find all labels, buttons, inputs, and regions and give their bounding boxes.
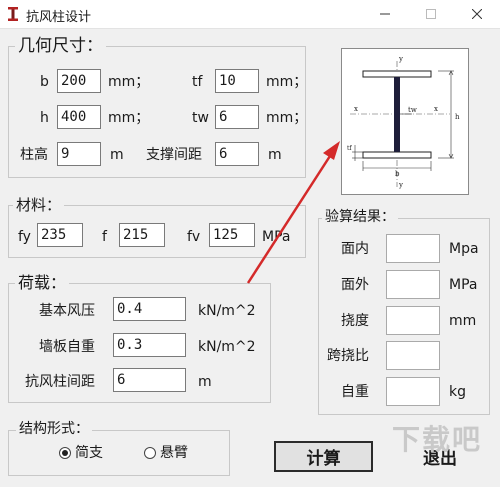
deflection-output[interactable] [386, 306, 440, 335]
cantilever-radio[interactable] [144, 447, 156, 459]
fy-label: fy [18, 229, 31, 245]
app-icon [8, 7, 18, 21]
diagram-h-label: h [455, 113, 460, 121]
tf-label: tf [192, 74, 203, 90]
out-plane-unit: MPa [449, 277, 478, 293]
span-deflection-ratio-label: 跨挠比 [327, 348, 369, 364]
column-height-unit: m [110, 147, 124, 163]
diagram-tw-label: tw [408, 106, 417, 114]
in-plane-unit: Mpa [449, 241, 479, 257]
calculate-button-label: 计算 [306, 449, 341, 469]
diagram-x-left: x [354, 105, 358, 113]
support-spacing-input[interactable]: 6 [215, 142, 259, 166]
deflection-unit: mm [449, 313, 477, 329]
self-weight-label: 自重 [341, 384, 369, 400]
support-spacing-unit: m [268, 147, 282, 163]
geometry-legend: 几何尺寸： [15, 37, 106, 56]
tw-input[interactable]: 6 [215, 105, 259, 129]
wind-pressure-label: 基本风压 [39, 303, 95, 319]
minimize-button[interactable] [362, 0, 408, 28]
support-spacing-label: 支撑间距 [146, 147, 202, 163]
h-unit: mm； [108, 110, 150, 126]
wall-weight-input[interactable]: 0.3 [113, 333, 186, 357]
fv-unit: MPa [262, 229, 291, 245]
title-bar: 抗风柱设计 [0, 0, 500, 29]
b-label: b [40, 74, 49, 90]
tf-input[interactable]: 10 [215, 69, 259, 93]
column-spacing-unit: m [198, 374, 212, 390]
deflection-label: 挠度 [341, 313, 369, 329]
out-plane-output[interactable] [386, 270, 440, 299]
in-plane-output[interactable] [386, 234, 440, 263]
diagram-tf-label: tf [347, 145, 352, 152]
column-height-input[interactable]: 9 [57, 142, 101, 166]
watermark-logo: 下载吧 [392, 423, 483, 456]
wind-pressure-unit: kN/m^2 [198, 303, 256, 319]
cantilever-label[interactable]: 悬臂 [160, 445, 188, 461]
fv-label: fv [187, 229, 201, 245]
f-input[interactable]: 215 [119, 223, 165, 247]
diagram-y-top: y [398, 55, 403, 63]
tw-label: tw [192, 110, 209, 126]
span-deflection-ratio-output[interactable] [386, 341, 440, 370]
self-weight-output[interactable] [386, 377, 440, 406]
simply-supported-label[interactable]: 简支 [75, 445, 103, 461]
structure-legend: 结构形式： [16, 421, 92, 437]
b-input[interactable]: 200 [57, 69, 101, 93]
in-plane-label: 面内 [341, 241, 369, 257]
close-icon [472, 9, 482, 19]
wall-weight-label: 墙板自重 [39, 339, 95, 355]
wind-pressure-input[interactable]: 0.4 [113, 297, 186, 321]
results-legend: 验算结果： [322, 209, 398, 225]
b-unit: mm； [108, 74, 150, 90]
window-title: 抗风柱设计 [26, 10, 92, 25]
self-weight-unit: kg [449, 384, 466, 400]
loads-legend: 荷载： [15, 274, 70, 292]
material-legend: 材料： [13, 196, 65, 214]
h-label: h [40, 110, 49, 126]
h-input[interactable]: 400 [57, 105, 101, 129]
out-plane-label: 面外 [341, 277, 369, 293]
diagram-y-bottom: y [398, 181, 403, 189]
diagram-b-label: b [395, 170, 400, 178]
tf-unit: mm； [266, 74, 308, 90]
f-label: f [102, 229, 107, 245]
fy-input[interactable]: 235 [37, 223, 83, 247]
tw-unit: mm； [266, 110, 308, 126]
i-beam-section-diagram: y x x tw tf b h y [341, 48, 469, 195]
simply-supported-radio[interactable] [59, 447, 71, 459]
maximize-button[interactable] [408, 0, 454, 28]
wall-weight-unit: kN/m^2 [198, 339, 256, 355]
close-button[interactable] [454, 0, 500, 28]
calculate-button[interactable]: 计算 [274, 441, 373, 472]
diagram-x-right: x [434, 105, 438, 113]
fv-input[interactable]: 125 [209, 223, 255, 247]
minimize-icon [380, 13, 390, 15]
column-height-label: 柱高 [20, 147, 48, 163]
maximize-icon [426, 9, 436, 19]
column-spacing-label: 抗风柱间距 [25, 374, 95, 390]
column-spacing-input[interactable]: 6 [113, 368, 186, 392]
